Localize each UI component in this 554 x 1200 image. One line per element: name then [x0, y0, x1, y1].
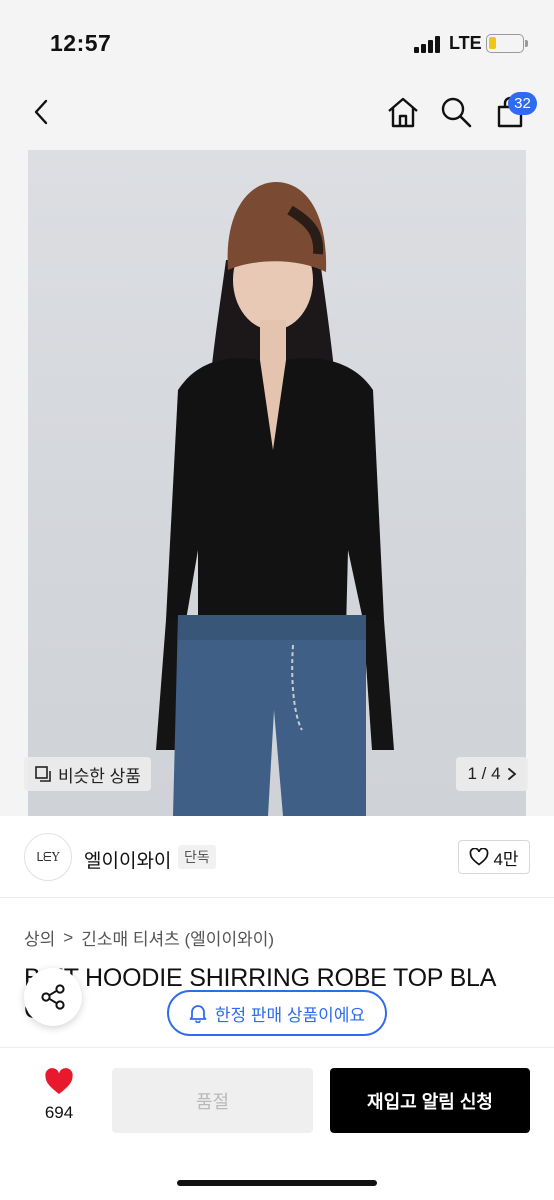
limited-sale-label: 한정 판매 상품이에요 — [214, 1005, 366, 1025]
model-illustration — [156, 182, 394, 816]
chevron-right-icon — [507, 768, 516, 780]
limited-sale-notice: 한정 판매 상품이에요 — [167, 990, 387, 1036]
similar-products-label: 비슷한 상품 — [58, 766, 141, 786]
search-icon — [441, 97, 472, 128]
heart-outline-icon — [470, 848, 489, 866]
brand-like-count: 4만 — [493, 849, 519, 869]
cart-count-badge: 32 — [508, 92, 537, 115]
exclusive-badge: 단독 — [178, 845, 216, 869]
similar-icon — [35, 766, 51, 782]
breadcrumb-category[interactable]: 상의 — [24, 925, 55, 950]
bell-icon — [189, 1005, 207, 1023]
breadcrumb-separator: > — [63, 927, 74, 947]
pager-label: 1 / 4 — [467, 764, 501, 783]
product-gallery[interactable] — [0, 150, 554, 816]
network-label: LTE — [449, 33, 482, 53]
battery-icon — [486, 34, 528, 53]
brand-like-button[interactable]: 4만 — [458, 840, 530, 874]
product-photo[interactable] — [28, 150, 526, 816]
breadcrumb: 상의 > 긴소매 티셔츠 (엘이이와이) — [24, 925, 274, 950]
brand-logo[interactable]: ᒪᗴY — [24, 833, 72, 881]
home-indicator — [177, 1180, 377, 1186]
top-nav — [0, 84, 554, 150]
search-button[interactable] — [436, 92, 476, 132]
share-button[interactable] — [24, 968, 82, 1026]
share-icon — [41, 984, 65, 1010]
brand-row: ᒪᗴY 엘이이와이 단독 4만 — [0, 816, 554, 898]
bottom-action-bar: 694 품절 재입고 알림 신청 — [0, 1047, 554, 1200]
heart-filled-icon — [45, 1068, 73, 1094]
back-button[interactable] — [22, 92, 62, 132]
status-time: 12:57 — [50, 30, 112, 56]
restock-alert-button[interactable]: 재입고 알림 신청 — [330, 1068, 530, 1133]
similar-products-button[interactable]: 비슷한 상품 — [24, 757, 151, 791]
home-icon — [388, 97, 418, 128]
back-icon — [34, 99, 48, 125]
signal-icon — [414, 36, 442, 53]
wishlist-button[interactable]: 694 — [28, 1068, 90, 1123]
home-button[interactable] — [383, 92, 423, 132]
wishlist-count: 694 — [44, 1103, 74, 1122]
soldout-button[interactable]: 품절 — [112, 1068, 313, 1133]
status-bar: 12:57 LTE — [0, 0, 554, 84]
gallery-pager[interactable]: 1 / 4 — [456, 757, 528, 791]
breadcrumb-subcategory[interactable]: 긴소매 티셔츠 (엘이이와이) — [81, 925, 274, 950]
brand-name[interactable]: 엘이이와이 — [84, 846, 171, 873]
